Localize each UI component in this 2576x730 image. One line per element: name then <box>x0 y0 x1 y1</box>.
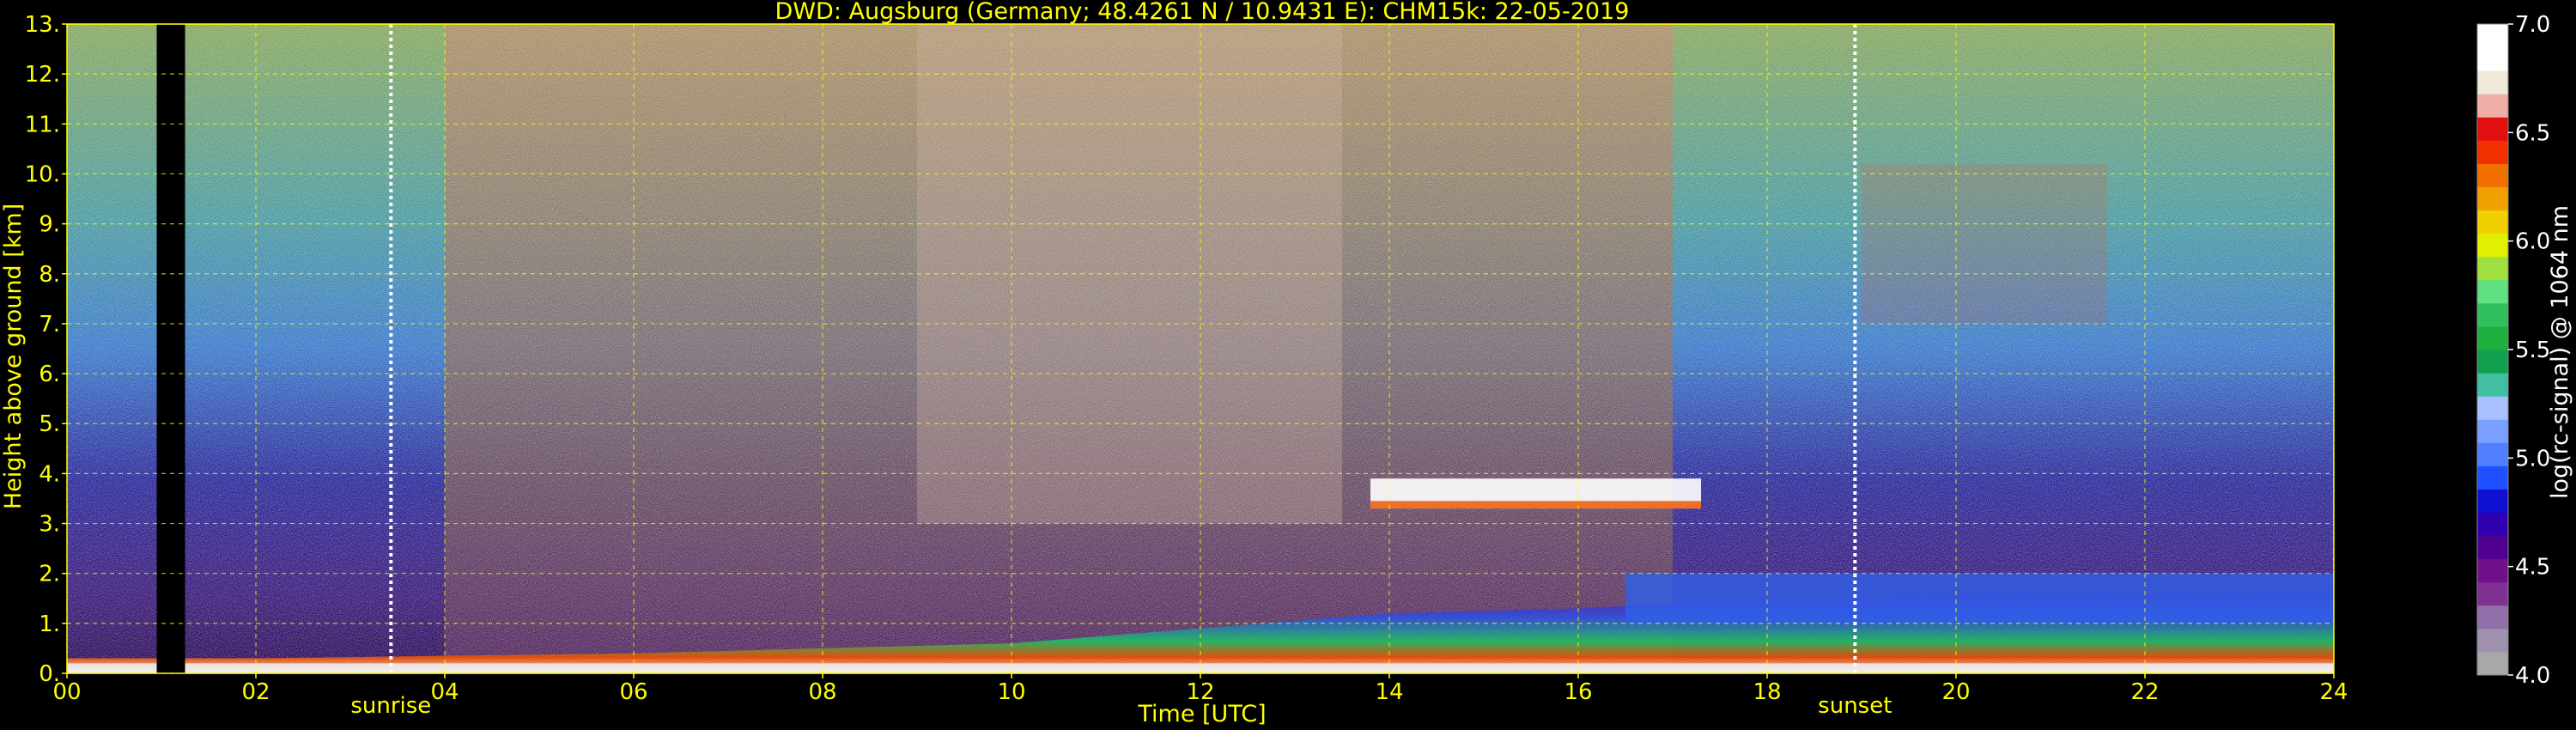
colorbar-segment <box>2477 94 2508 118</box>
x-tick-label: 04 <box>430 679 459 705</box>
colorbar-segment <box>2477 489 2508 513</box>
y-tick-label: 6. <box>39 362 60 387</box>
colorbar-segment <box>2477 279 2508 304</box>
y-tick-label: 12. <box>25 62 60 88</box>
x-tick-label: 24 <box>2319 679 2348 705</box>
x-tick-label: 20 <box>1941 679 1970 705</box>
y-tick-label: 1. <box>39 611 60 637</box>
colorbar-label: log(rc-signal) @ 1064 nm <box>2547 205 2573 499</box>
colorbar-segment <box>2477 117 2508 141</box>
colorbar-segment <box>2477 256 2508 281</box>
y-tick-label: 8. <box>39 262 60 288</box>
y-tick-label: 5. <box>39 411 60 437</box>
colorbar-segment <box>2477 465 2508 490</box>
y-axis-label: Height above ground [km] <box>0 204 27 509</box>
colorbar-tick-label: 7.0 <box>2515 12 2550 38</box>
x-axis-label: Time [UTC] <box>1137 701 1266 727</box>
colorbar-segment <box>2477 24 2508 48</box>
x-tick-label: 10 <box>997 679 1025 705</box>
colorbar-segment <box>2477 419 2508 443</box>
y-tick-label: 10. <box>25 161 60 187</box>
x-tick-label: 16 <box>1564 679 1592 705</box>
y-tick-label: 0. <box>39 661 60 687</box>
colorbar-segment <box>2477 47 2508 71</box>
colorbar-tick-label: 6.0 <box>2515 229 2550 255</box>
cirrus-cloud <box>1862 163 2107 324</box>
chart-svg: sunrise sunset 00 02 04 06 08 10 12 14 16 18 20 22 24… <box>0 0 2573 727</box>
y-tick-label: 7. <box>39 312 60 338</box>
colorbar-segment <box>2477 628 2508 653</box>
y-tick-label: 4. <box>39 461 60 487</box>
colorbar-segment <box>2477 535 2508 560</box>
data-gap <box>156 24 185 673</box>
colorbar-segment <box>2477 442 2508 466</box>
x-tick-label: 14 <box>1375 679 1403 705</box>
y-tick-label: 11. <box>25 112 60 137</box>
colorbar-segment <box>2477 186 2508 211</box>
residual-layer-band <box>1625 573 2334 624</box>
colorbar-segment <box>2477 140 2508 164</box>
colorbar-tick-label: 5.5 <box>2515 338 2550 363</box>
y-tick-label: 13. <box>25 12 60 38</box>
colorbar-segment <box>2477 210 2508 234</box>
colorbar-segment <box>2477 302 2508 327</box>
colorbar-tick-label: 4.0 <box>2515 663 2550 689</box>
x-tick-label: 02 <box>241 679 270 705</box>
colorbar-segment <box>2477 512 2508 537</box>
colorbar-segment <box>2477 396 2508 420</box>
y-tick-label: 3. <box>39 512 60 538</box>
colorbar-segment <box>2477 651 2508 676</box>
x-tick-label: 08 <box>808 679 836 705</box>
colorbar-segment <box>2477 558 2508 583</box>
colorbar-segment <box>2477 350 2508 374</box>
chart-title: DWD: Augsburg (Germany; 48.4261 N / 10.9… <box>775 0 1630 25</box>
colorbar-segment <box>2477 581 2508 606</box>
colorbar-segment <box>2477 373 2508 397</box>
y-tick-label: 9. <box>39 212 60 238</box>
colorbar-segment <box>2477 605 2508 630</box>
ceilometer-plot: sunrise sunset 00 02 04 06 08 10 12 14 16 18 20 22 24… <box>0 0 2576 730</box>
mid-level-cloud-base <box>1370 501 1701 509</box>
y-tick-label: 2. <box>39 562 60 587</box>
event-label-sunrise: sunrise <box>350 693 431 719</box>
colorbar-segment <box>2477 233 2508 258</box>
colorbar-segment <box>2477 70 2508 94</box>
colorbar-tick-label: 4.5 <box>2515 555 2550 581</box>
colorbar-segment <box>2477 163 2508 187</box>
colorbar: 4.0 4.5 5.0 5.5 6.0 6.5 7.0 <box>2476 12 2550 689</box>
x-tick-label: 06 <box>619 679 647 705</box>
colorbar-tick-label: 6.5 <box>2515 120 2550 146</box>
x-tick-label: 22 <box>2130 679 2159 705</box>
x-tick-label: 18 <box>1753 679 1781 705</box>
colorbar-tick-label: 5.0 <box>2515 446 2550 471</box>
event-label-sunset: sunset <box>1818 693 1892 719</box>
colorbar-segment <box>2477 325 2508 350</box>
